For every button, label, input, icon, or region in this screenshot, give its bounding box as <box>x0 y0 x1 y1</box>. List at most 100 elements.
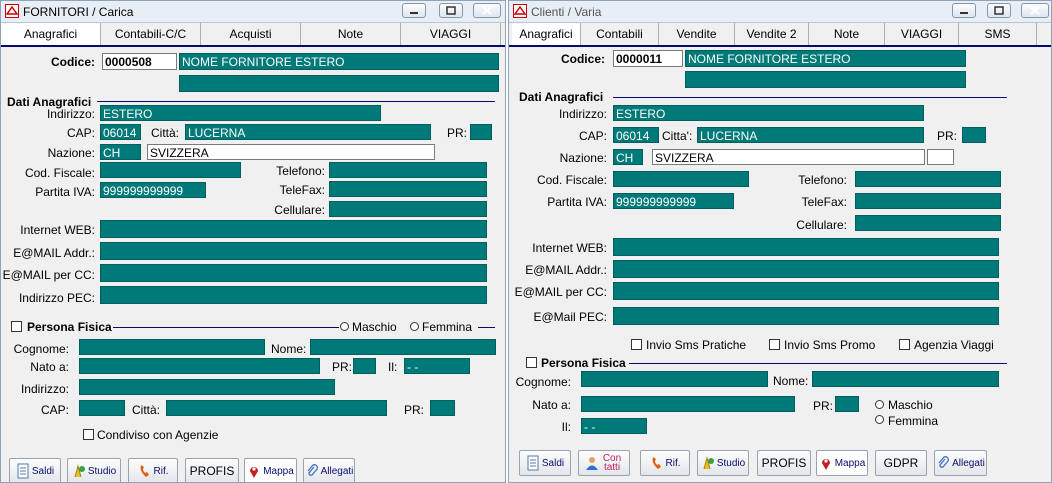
nome-pf-field[interactable] <box>310 339 496 355</box>
maschio-radio[interactable] <box>340 322 349 331</box>
telefax-field[interactable] <box>855 193 1001 209</box>
web-label: Internet WEB: <box>20 223 95 237</box>
title-bar[interactable]: FORNITORI / Carica <box>1 1 505 23</box>
piva-field[interactable]: 999999999999 <box>100 182 206 198</box>
title-bar[interactable]: Clienti / Varia <box>509 1 1051 23</box>
codice-field[interactable]: 0000508 <box>102 53 177 70</box>
saldi-button[interactable]: Saldi <box>519 450 571 476</box>
il-field[interactable]: - - <box>581 418 647 434</box>
cellulare-field[interactable] <box>329 201 487 217</box>
tab-sms[interactable]: SMS <box>959 23 1037 45</box>
email-field[interactable] <box>613 260 999 278</box>
telefax-field[interactable] <box>329 181 487 197</box>
close-button[interactable] <box>1021 3 1049 18</box>
cellulare-field[interactable] <box>855 215 1001 231</box>
femmina-radio[interactable] <box>875 415 884 424</box>
nome2-field[interactable] <box>685 71 966 88</box>
tab-anagrafici[interactable]: Anagrafici <box>512 23 581 45</box>
sms-promo-checkbox[interactable] <box>769 339 780 350</box>
allegati-button[interactable]: Allegati <box>934 450 987 476</box>
cap-field[interactable]: 06014 <box>100 124 141 140</box>
telefono-field[interactable] <box>855 171 1001 187</box>
contatti-button[interactable]: Con tatti <box>578 450 630 476</box>
nome-field[interactable]: NOME FORNITORE ESTERO <box>179 53 499 70</box>
allegati-button[interactable]: Allegati <box>303 458 355 482</box>
document-icon <box>17 463 29 479</box>
email-field[interactable] <box>100 242 487 260</box>
codfisc-field[interactable] <box>100 162 241 178</box>
tab-anagrafici[interactable]: Anagrafici <box>1 23 101 45</box>
pr2-field[interactable] <box>835 396 859 412</box>
nazione-field[interactable]: SVIZZERA <box>147 144 435 160</box>
pr2-field[interactable] <box>353 358 376 374</box>
piva-field[interactable]: 999999999999 <box>613 193 734 209</box>
telefono-field[interactable] <box>329 162 487 178</box>
tab-bar: Anagrafici Contabili-C/C Acquisti Note V… <box>1 23 505 47</box>
citta2-field[interactable] <box>166 400 387 416</box>
close-icon <box>1030 6 1040 15</box>
indirizzo-field[interactable]: ESTERO <box>100 105 381 121</box>
rif-button[interactable]: Rif. <box>640 450 690 476</box>
mappa-button[interactable]: Mappa <box>816 450 868 476</box>
cognome-field[interactable] <box>581 371 768 387</box>
indirizzo2-field[interactable] <box>79 379 335 395</box>
close-button[interactable] <box>473 3 501 18</box>
persona-fisica-checkbox[interactable] <box>526 357 537 368</box>
emailcc-field[interactable] <box>613 282 999 300</box>
nazione-extra-field[interactable] <box>927 149 954 165</box>
nazione-field[interactable]: SVIZZERA <box>652 149 925 165</box>
minimize-button[interactable] <box>402 3 426 18</box>
citta-field[interactable]: LUCERNA <box>697 127 924 143</box>
tab-note[interactable]: Note <box>301 23 401 45</box>
natoa-field[interactable] <box>79 358 320 374</box>
nazione-code-field[interactable]: CH <box>100 144 141 160</box>
nome2-field[interactable] <box>179 75 499 92</box>
citta-field[interactable]: LUCERNA <box>185 124 431 140</box>
indirizzo-field[interactable]: ESTERO <box>613 105 924 121</box>
studio-button[interactable]: Studio <box>67 458 121 482</box>
profis-label: PROFIS <box>189 464 235 478</box>
profis-button[interactable]: PROFIS <box>757 450 811 476</box>
codice-field[interactable]: 0000011 <box>613 50 683 67</box>
nome-pf-field[interactable] <box>812 371 999 387</box>
maschio-radio[interactable] <box>875 400 884 409</box>
tab-note[interactable]: Note <box>809 23 885 45</box>
il-field[interactable]: - - <box>404 358 470 374</box>
pr3-field[interactable] <box>430 400 455 416</box>
maximize-button[interactable] <box>987 3 1011 18</box>
tab-viaggi[interactable]: VIAGGI <box>885 23 959 45</box>
minimize-button[interactable] <box>952 3 976 18</box>
rif-button[interactable]: Rif. <box>128 458 178 482</box>
profis-button[interactable]: PROFIS <box>185 458 239 482</box>
pr-field[interactable] <box>470 124 492 140</box>
persona-fisica-checkbox[interactable] <box>11 321 22 332</box>
agenzia-viaggi-checkbox[interactable] <box>899 339 910 350</box>
emailcc-field[interactable] <box>100 264 487 282</box>
web-field[interactable] <box>613 238 999 256</box>
tab-acquisti[interactable]: Acquisti <box>201 23 301 45</box>
nome-field[interactable]: NOME FORNITORE ESTERO <box>685 50 966 67</box>
nazione-code-field[interactable]: CH <box>613 149 643 165</box>
mappa-button[interactable]: Mappa <box>244 458 297 482</box>
cap-field[interactable]: 06014 <box>613 127 659 143</box>
tab-contabili[interactable]: Contabili <box>581 23 659 45</box>
condiviso-checkbox[interactable] <box>83 429 94 440</box>
natoa-field[interactable] <box>581 396 795 412</box>
pec-field[interactable] <box>100 286 487 304</box>
codfisc-field[interactable] <box>613 171 749 187</box>
web-field[interactable] <box>100 220 487 238</box>
pr-field[interactable] <box>962 127 986 143</box>
sms-pratiche-checkbox[interactable] <box>631 339 642 350</box>
tab-vendite-2[interactable]: Vendite 2 <box>735 23 809 45</box>
tab-contabili-cc[interactable]: Contabili-C/C <box>101 23 201 45</box>
tab-vendite[interactable]: Vendite <box>659 23 735 45</box>
saldi-button[interactable]: Saldi <box>9 458 61 482</box>
femmina-radio[interactable] <box>410 322 419 331</box>
pec-field[interactable] <box>613 307 999 325</box>
tab-viaggi[interactable]: VIAGGI <box>401 23 501 45</box>
maximize-button[interactable] <box>439 3 463 18</box>
studio-button[interactable]: Studio <box>697 450 749 476</box>
cap2-field[interactable] <box>79 400 125 416</box>
gdpr-button[interactable]: GDPR <box>875 450 927 476</box>
cognome-field[interactable] <box>79 339 265 355</box>
